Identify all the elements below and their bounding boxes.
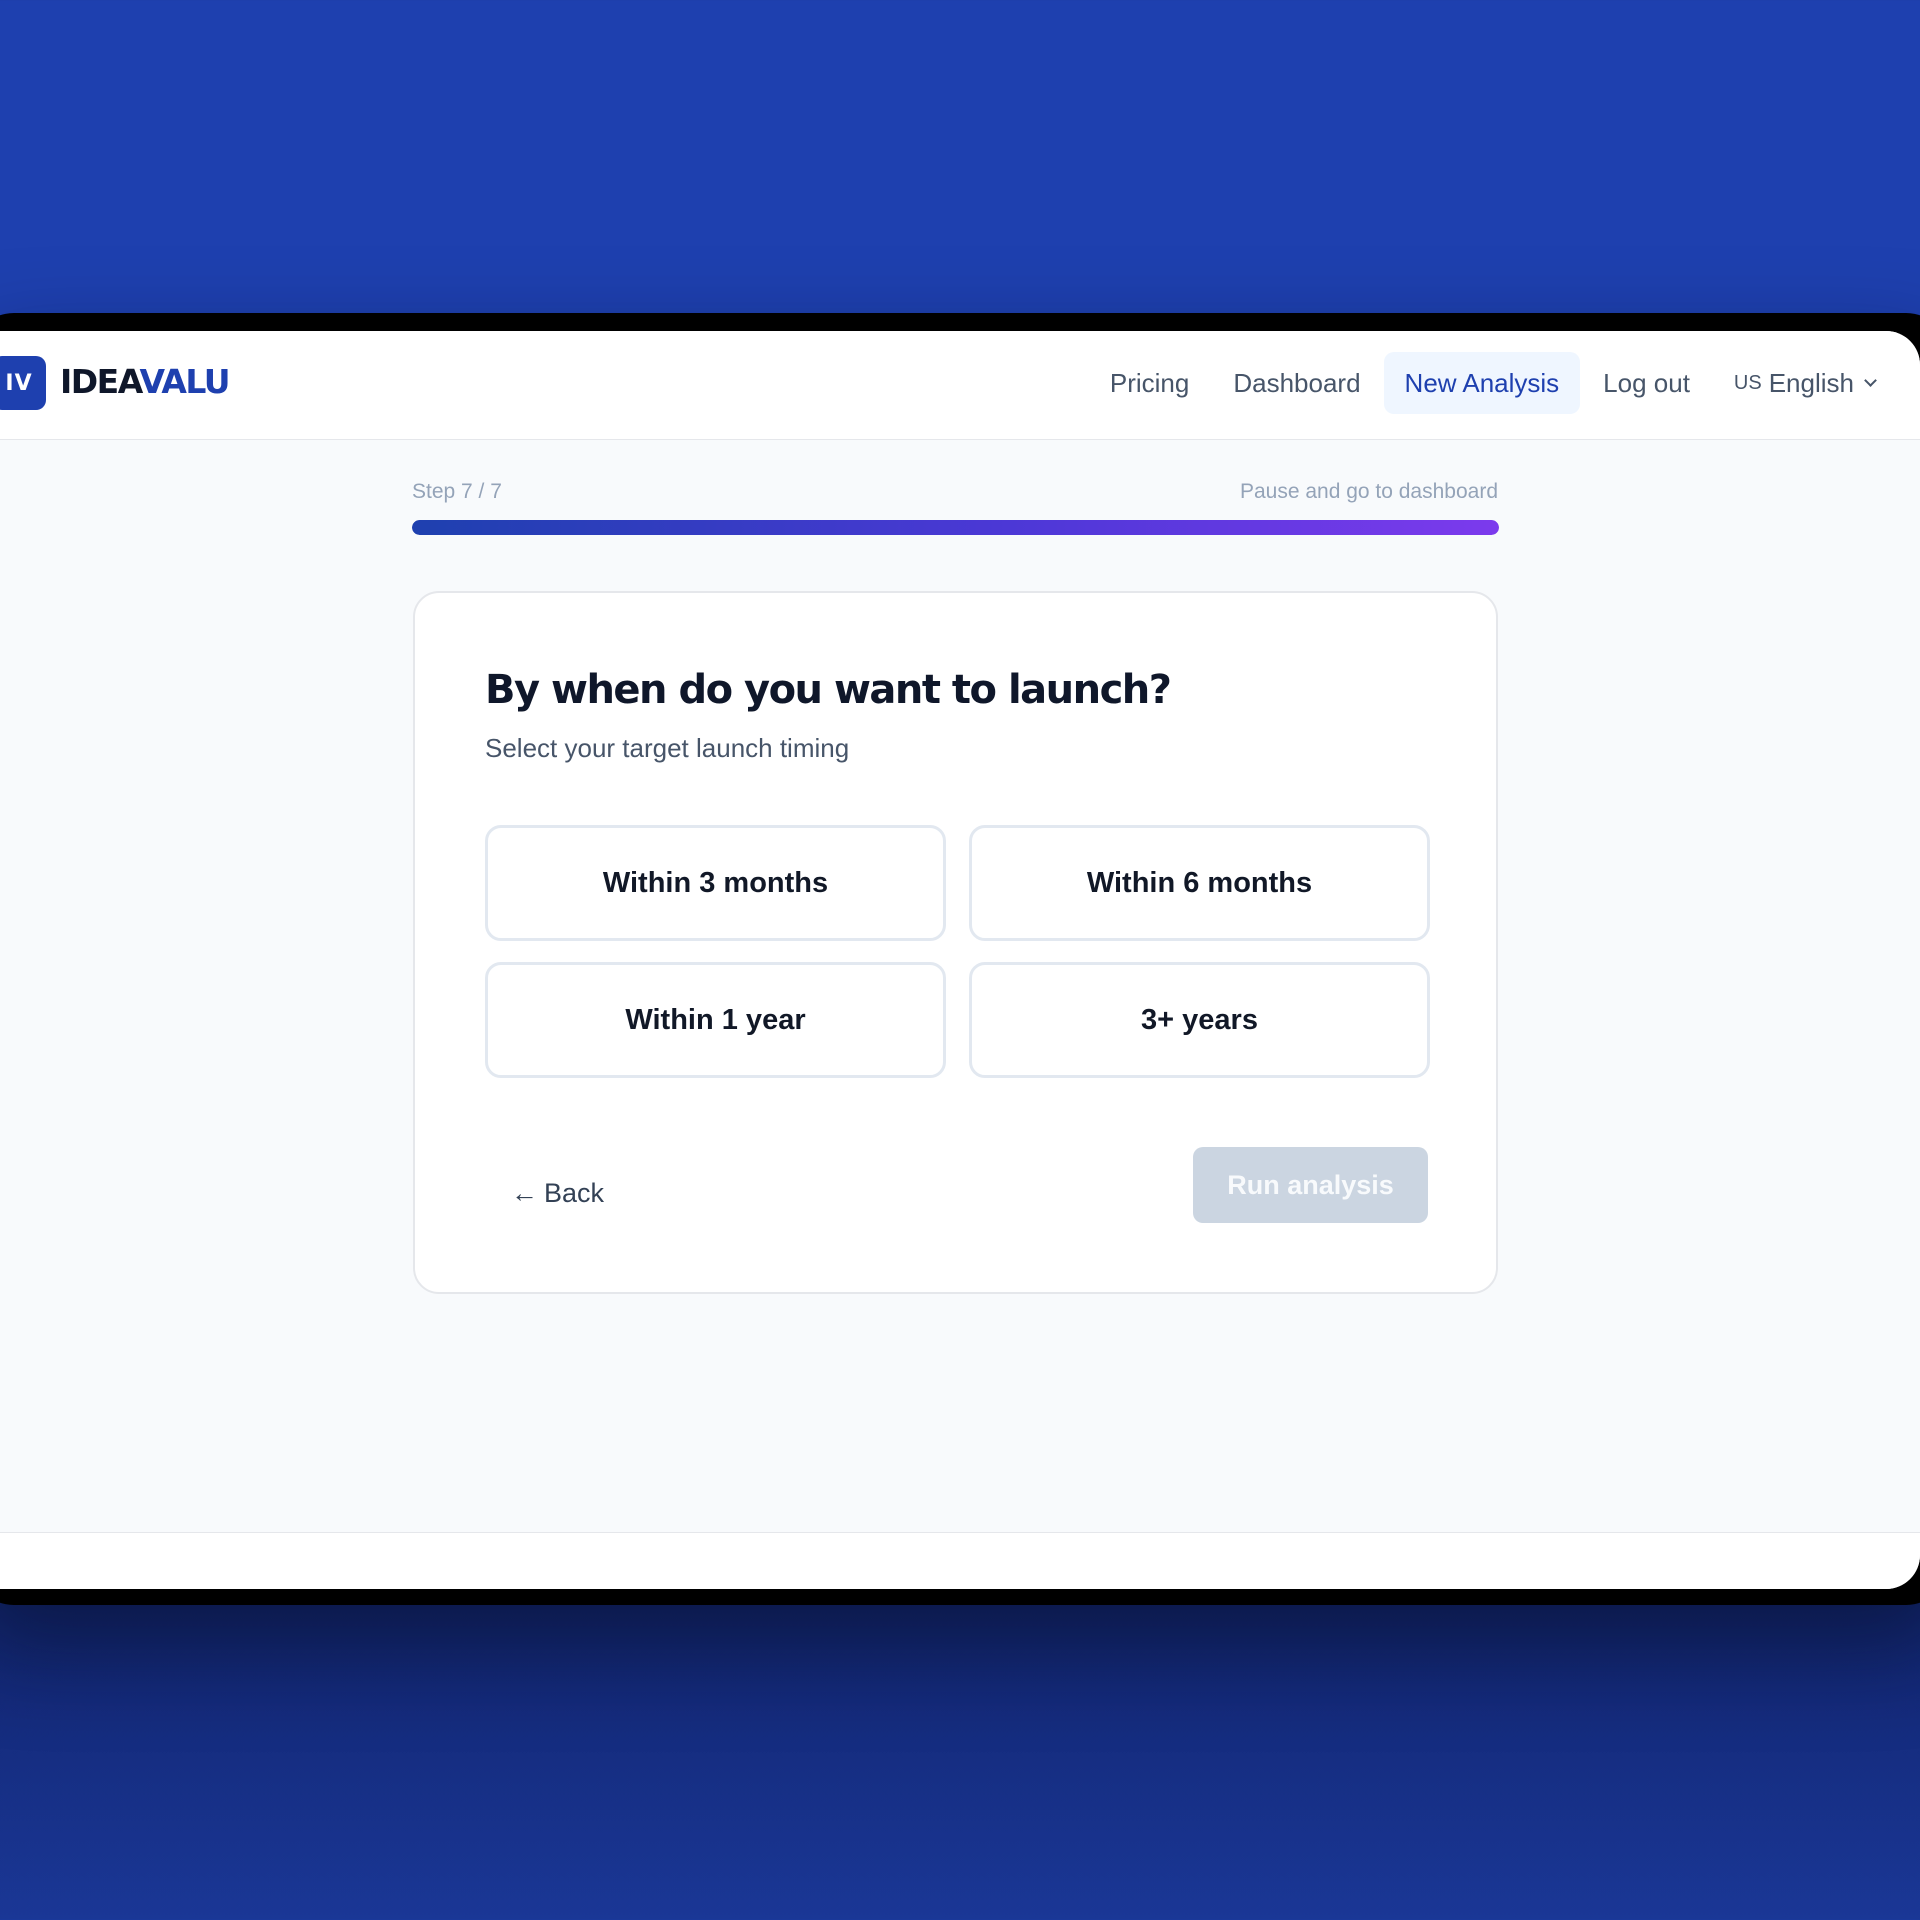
language-label: English bbox=[1768, 367, 1854, 398]
option-within-1-year[interactable]: Within 1 year bbox=[485, 962, 946, 1078]
step-indicator: Step 7 / 7 bbox=[412, 480, 502, 503]
progress-bar bbox=[412, 520, 1499, 535]
question-card: By when do you want to launch? Select yo… bbox=[413, 591, 1498, 1294]
language-selector[interactable]: US English bbox=[1713, 352, 1896, 414]
app-screen: IV IDEAVALU Pricing Dashboard New Analys… bbox=[0, 331, 1920, 1589]
back-button-label: Back bbox=[544, 1178, 605, 1208]
main-nav: Pricing Dashboard New Analysis Log out U… bbox=[1087, 352, 1896, 414]
question-title: By when do you want to launch? bbox=[485, 667, 1172, 713]
nav-dashboard[interactable]: Dashboard bbox=[1212, 352, 1381, 414]
arrow-left-icon: ← bbox=[511, 1178, 538, 1208]
nav-new-analysis[interactable]: New Analysis bbox=[1383, 352, 1581, 414]
logo-text-part2: VALU bbox=[139, 362, 231, 401]
logo-text-part1: IDEA bbox=[60, 362, 141, 401]
top-navigation-bar: IV IDEAVALU Pricing Dashboard New Analys… bbox=[0, 331, 1920, 440]
nav-pricing[interactable]: Pricing bbox=[1089, 352, 1210, 414]
back-button[interactable]: ← Back bbox=[511, 1178, 604, 1209]
progress-bar-fill bbox=[412, 520, 1499, 535]
logo-wordmark[interactable]: IDEAVALU bbox=[60, 362, 231, 401]
question-subtitle: Select your target launch timing bbox=[485, 733, 850, 763]
logo-mark[interactable]: IV bbox=[0, 356, 46, 410]
pause-dashboard-link[interactable]: Pause and go to dashboard bbox=[1240, 480, 1498, 504]
option-within-3-months[interactable]: Within 3 months bbox=[485, 825, 946, 941]
us-flag-icon: US bbox=[1733, 371, 1762, 394]
footer-bar bbox=[0, 1532, 1920, 1589]
option-within-6-months[interactable]: Within 6 months bbox=[969, 825, 1430, 941]
run-analysis-button[interactable]: Run analysis bbox=[1193, 1147, 1428, 1223]
option-3-plus-years[interactable]: 3+ years bbox=[969, 962, 1430, 1078]
nav-log-out[interactable]: Log out bbox=[1582, 352, 1711, 414]
chevron-down-icon bbox=[1864, 374, 1877, 387]
